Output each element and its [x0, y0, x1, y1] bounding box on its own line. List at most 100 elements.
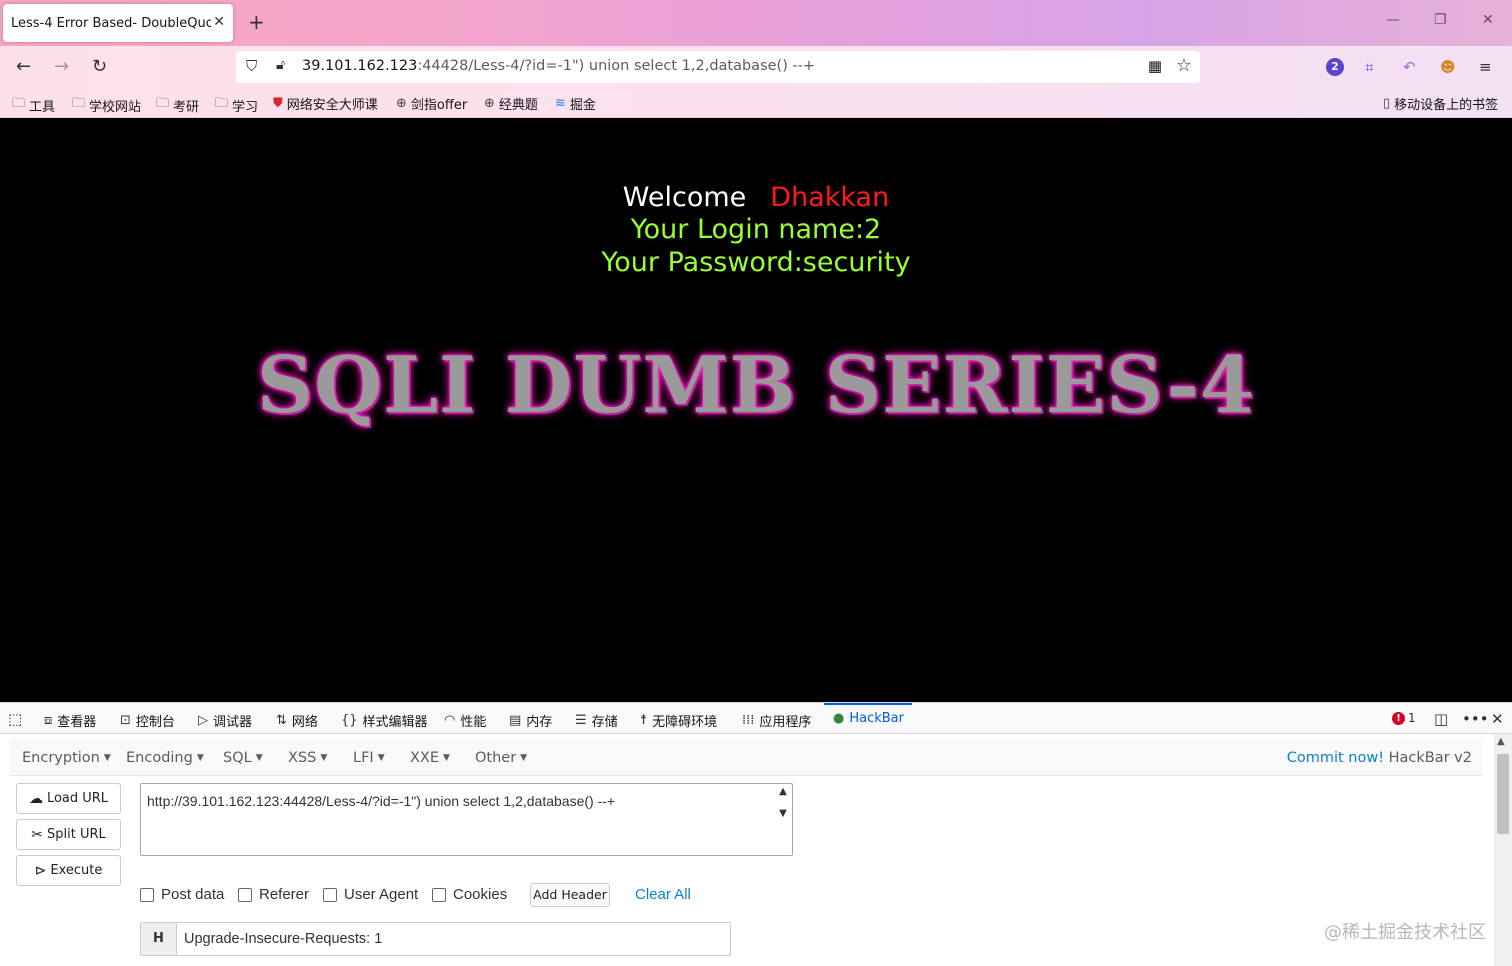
cookies-checkbox[interactable]: Cookies: [432, 886, 507, 903]
tab-performance[interactable]: ◠ 性能: [444, 711, 486, 730]
web-page: Welcome Dhakkan Your Login name:2 Your Pa…: [0, 118, 1512, 702]
menu-xss[interactable]: XSS ▼: [288, 750, 327, 766]
element-picker-icon[interactable]: ⬚: [8, 710, 22, 728]
close-devtools-icon[interactable]: ✕: [1491, 710, 1504, 728]
bookmark-item[interactable]: 🗀︎ 考研: [156, 94, 199, 116]
panel-scrollbar[interactable]: ▲: [1494, 734, 1512, 966]
accessibility-icon: ☨: [640, 713, 648, 728]
close-tab-icon[interactable]: ✕: [213, 14, 225, 30]
play-circle-icon: ⊳: [34, 862, 47, 879]
bookmark-item[interactable]: ⊕ 剑指offer: [396, 94, 467, 113]
debugger-icon: ▷: [198, 713, 208, 728]
new-tab-button[interactable]: +: [248, 10, 265, 34]
bookmark-item[interactable]: 🗀︎ 工具: [12, 94, 55, 116]
post-data-checkbox[interactable]: Post data: [140, 886, 224, 903]
tab-debugger[interactable]: ▷ 调试器: [198, 711, 252, 730]
shield-icon: ⛊: [273, 96, 283, 111]
url-bar[interactable]: ⛉ 🔓︎ 39.101.162.123:44428/Less-4/?id=-1"…: [236, 51, 1200, 83]
checkbox-box[interactable]: [238, 887, 252, 902]
clear-all-link[interactable]: Clear All: [635, 886, 691, 903]
reload-button[interactable]: ↻: [92, 56, 107, 77]
login-name-text: Your Login name:2: [630, 214, 882, 245]
error-counter[interactable]: ! 1: [1392, 711, 1416, 725]
devtools-toolbar: ⬚ ⧈ 查看器 ⊡ 控制台 ▷ 调试器 ⇅ 网络 {} 样式编辑器 ◠ 性能 ▤ 内存 ☰ 存储…: [0, 702, 1512, 734]
sqli-banner: SQLI DUMB SERIES-4: [256, 340, 1256, 431]
error-icon: !: [1392, 711, 1405, 725]
scroll-thumb[interactable]: [1497, 754, 1509, 834]
bookmark-item[interactable]: ≋ 掘金: [555, 94, 596, 113]
execute-button[interactable]: ⊳ Execute: [16, 855, 121, 886]
caret-down-icon: ▼: [255, 753, 263, 763]
qr-code-icon[interactable]: ▦: [1148, 57, 1162, 75]
tab-inspector[interactable]: ⧈ 查看器: [44, 711, 96, 730]
more-options-icon[interactable]: •••: [1462, 710, 1489, 728]
menu-other[interactable]: Other ▼: [475, 750, 527, 766]
header-value[interactable]: Upgrade-Insecure-Requests: 1: [184, 931, 382, 947]
textarea-scrollbar[interactable]: ▲ ▼: [776, 786, 790, 852]
bookmark-item[interactable]: ⊕ 经典题: [484, 94, 538, 113]
avatar-extension-icon[interactable]: ☻: [1440, 58, 1456, 76]
apps-grid-icon: ⁞⁞⁞: [742, 713, 755, 728]
url-textarea[interactable]: http://39.101.162.123:44428/Less-4/?id=-…: [140, 783, 793, 856]
caret-down-icon: ▼: [196, 753, 204, 763]
commit-link[interactable]: Commit now!: [1287, 750, 1384, 766]
mobile-bookmarks[interactable]: ▯ 移动设备上的书签: [1383, 94, 1498, 113]
menu-xxe[interactable]: XXE ▼: [410, 750, 450, 766]
tab-network[interactable]: ⇅ 网络: [276, 711, 318, 730]
caret-down-icon: ▼: [103, 753, 111, 763]
menu-lfi[interactable]: LFI ▼: [353, 750, 385, 766]
menu-encryption[interactable]: Encryption ▼: [22, 750, 111, 766]
folder-icon: 🗀︎: [215, 96, 229, 111]
back-button[interactable]: ←: [16, 56, 31, 77]
menu-sql[interactable]: SQL ▼: [223, 750, 263, 766]
menu-icon[interactable]: ≡: [1479, 58, 1492, 76]
tab-storage[interactable]: ☰ 存储: [575, 711, 618, 730]
hackbar-icon: ●: [833, 711, 845, 726]
menu-encoding[interactable]: Encoding ▼: [126, 750, 204, 766]
crop-extension-icon[interactable]: ⌗: [1365, 58, 1373, 76]
bookmark-star-icon[interactable]: ☆: [1176, 55, 1192, 76]
tab-accessibility[interactable]: ☨ 无障碍环境: [640, 711, 717, 730]
scroll-up-icon[interactable]: ▲: [1497, 736, 1505, 747]
user-agent-checkbox[interactable]: User Agent: [323, 886, 418, 903]
extension-badge-icon[interactable]: 2: [1326, 58, 1344, 76]
minimize-button[interactable]: —: [1386, 12, 1400, 28]
tab-console[interactable]: ⊡ 控制台: [120, 711, 175, 730]
console-icon: ⊡: [120, 713, 131, 728]
tab-memory[interactable]: ▤ 内存: [509, 711, 552, 730]
folder-icon: 🗀︎: [72, 96, 86, 111]
checkbox-box[interactable]: [323, 887, 337, 902]
commit-text: Commit now! HackBar v2: [1286, 750, 1472, 766]
checkbox-box[interactable]: [140, 887, 154, 902]
window-close-button[interactable]: ✕: [1482, 12, 1494, 28]
dock-side-icon[interactable]: ◫: [1434, 710, 1448, 728]
url-text[interactable]: 39.101.162.123:44428/Less-4/?id=-1") uni…: [302, 58, 815, 74]
undo-extension-icon[interactable]: ↶: [1403, 58, 1416, 76]
forward-button[interactable]: →: [54, 56, 69, 77]
hackbar-panel: Encryption ▼ Encoding ▼ SQL ▼ XSS ▼ LFI ▼ XXE…: [0, 734, 1512, 966]
tracking-shield-icon[interactable]: ⛉: [246, 57, 257, 75]
tab-title: Less-4 Error Based- DoubleQuotes: [11, 15, 211, 31]
tab-hackbar[interactable]: ● HackBar: [833, 711, 904, 726]
split-url-button[interactable]: ✂ Split URL: [16, 819, 121, 850]
tab-style-editor[interactable]: {} 样式编辑器: [341, 711, 428, 730]
bookmark-item[interactable]: ⛊ 网络安全大师课: [273, 94, 378, 113]
add-header-button[interactable]: Add Header: [530, 883, 610, 907]
load-url-button[interactable]: ☁ Load URL: [16, 783, 121, 814]
restore-button[interactable]: ❐: [1434, 12, 1447, 28]
hackbar-menu: Encryption ▼ Encoding ▼ SQL ▼ XSS ▼ LFI ▼ XXE…: [10, 738, 1482, 776]
browser-tab[interactable]: Less-4 Error Based- DoubleQuotes ✕: [3, 4, 233, 42]
bookmarks-bar: 🗀︎ 工具 🗀︎ 学校网站 🗀︎ 考研 🗀︎ 学习 ⛊ 网络安全大师课 ⊕ 剑指offer …: [0, 88, 1512, 118]
active-tab-indicator: [824, 703, 912, 705]
welcome-line: Welcome Dhakkan: [0, 182, 1512, 213]
bookmark-item[interactable]: 🗀︎ 学校网站: [72, 94, 141, 116]
caret-down-icon: ▼: [443, 753, 450, 763]
checkbox-box[interactable]: [432, 887, 446, 902]
referer-checkbox[interactable]: Referer: [238, 886, 309, 903]
welcome-name: Dhakkan: [770, 182, 890, 213]
bookmark-item[interactable]: 🗀︎ 学习: [215, 94, 258, 116]
tab-application[interactable]: ⁞⁞⁞ 应用程序: [742, 711, 811, 730]
gauge-icon: ◠: [444, 713, 456, 728]
insecure-lock-icon[interactable]: 🔓︎: [276, 57, 285, 73]
header-toggle[interactable]: H: [141, 923, 177, 955]
